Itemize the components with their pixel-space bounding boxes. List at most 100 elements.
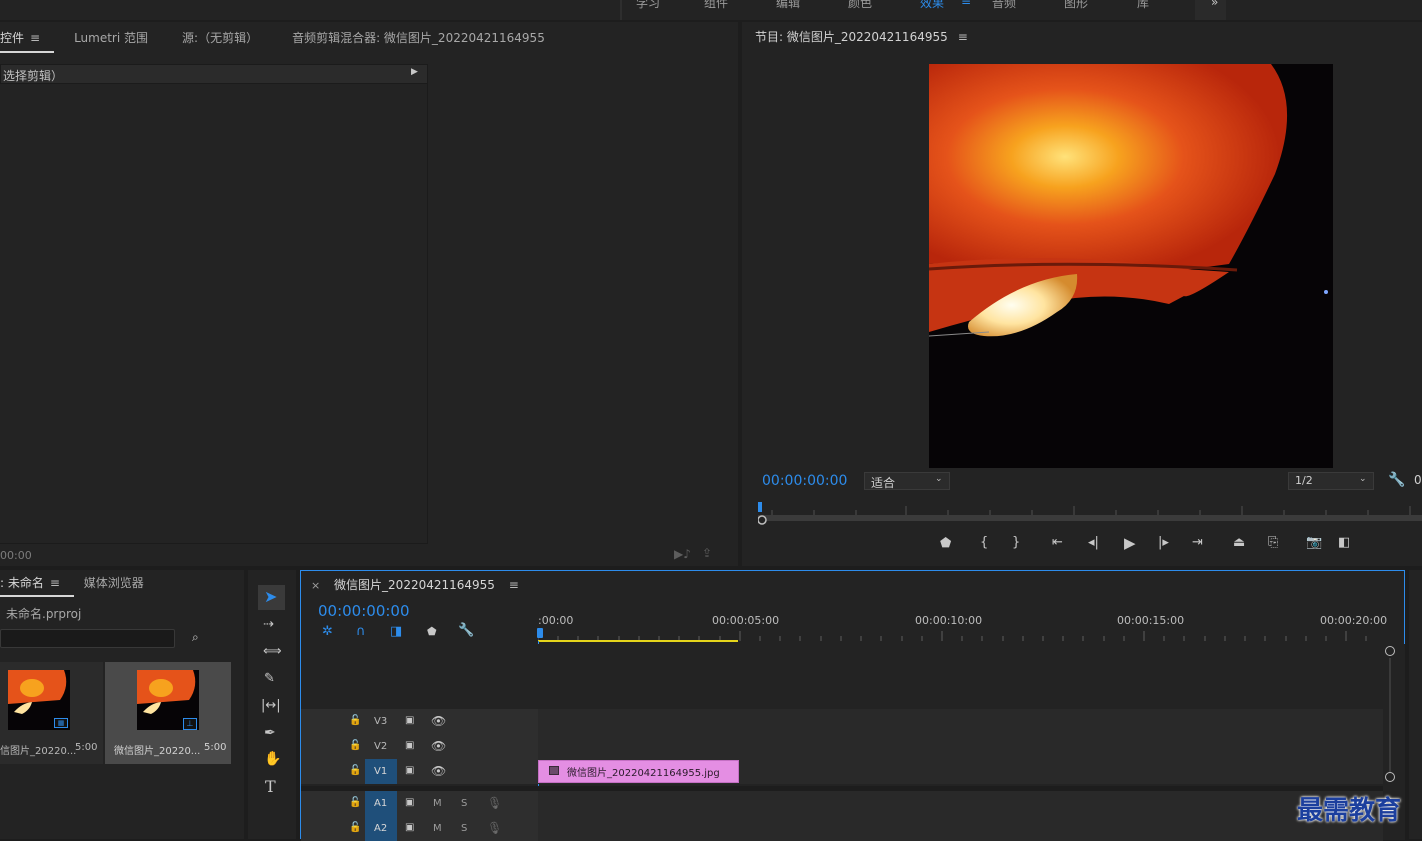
razor-tool-icon[interactable]: ✎ xyxy=(264,671,275,686)
workspace-tab-libraries[interactable]: 库 xyxy=(1137,0,1149,11)
hand-tool-icon[interactable]: ✋ xyxy=(264,751,281,767)
extract-icon[interactable]: ⎘ xyxy=(1268,535,1278,550)
mark-in-icon[interactable]: { xyxy=(980,535,988,550)
tab-audio-clip-mixer[interactable]: 音频剪辑混合器: 微信图片_20220421164955 xyxy=(292,29,545,46)
new-search-bin-icon[interactable]: ⌕ xyxy=(192,630,199,645)
sync-lock-icon[interactable]: ▣ xyxy=(405,740,414,751)
solo-button[interactable]: S xyxy=(461,798,467,809)
tab-source-monitor[interactable]: 源:（无剪辑） xyxy=(182,29,258,46)
mark-out-icon[interactable]: } xyxy=(1012,535,1020,550)
lock-icon[interactable]: 🔓 xyxy=(349,797,361,808)
selection-tool-icon[interactable]: ➤ xyxy=(264,587,277,606)
timeline-tab[interactable]: × 微信图片_20220421164955 ≡ xyxy=(311,576,519,593)
eye-icon[interactable]: 👁 xyxy=(431,714,446,728)
workspace-overflow-icon[interactable]: » xyxy=(1211,0,1218,9)
track-label: A1 xyxy=(374,798,388,809)
program-mini-timeline[interactable] xyxy=(758,502,1422,526)
snap-magnet-icon[interactable]: ∩ xyxy=(356,624,366,639)
play-icon[interactable]: ▶ xyxy=(1124,534,1136,552)
microphone-icon[interactable]: 🎙 xyxy=(487,821,502,835)
workspace-tab-graphics[interactable]: 图形 xyxy=(1064,0,1088,11)
type-tool-icon[interactable]: T xyxy=(265,777,276,796)
track-v2: 🔓 V2 ▣ 👁 xyxy=(301,734,1383,759)
track-select-tool-icon[interactable]: ⇢ xyxy=(263,617,274,632)
lock-icon[interactable]: 🔓 xyxy=(349,740,361,751)
filter-audio-icon[interactable]: ▶♪ xyxy=(674,547,691,561)
resolution-select[interactable]: 1/2 ⌄ xyxy=(1288,472,1374,490)
workspace-tab-audio[interactable]: 音频 xyxy=(992,0,1016,11)
sync-lock-icon[interactable]: ▣ xyxy=(405,822,414,833)
workspace-tab-learn[interactable]: 学习 xyxy=(636,0,660,11)
timeline-timecode[interactable]: 00:00:00:00 xyxy=(318,602,410,620)
comparison-view-icon[interactable]: ◧ xyxy=(1338,535,1350,550)
zoom-fit-select[interactable]: 适合 ⌄ xyxy=(864,472,950,490)
clip-name: 微信图片_20220421164955.jpg xyxy=(567,768,720,779)
eye-icon[interactable]: 👁 xyxy=(431,739,446,753)
go-to-in-icon[interactable]: ⇤ xyxy=(1052,535,1063,550)
ruler-label: 00:00:20:00 xyxy=(1320,614,1388,627)
project-panel: : 未命名 ≡ 媒体浏览器 未命名.prproj ⌕ ▦ 信图片_20220...… xyxy=(0,570,244,839)
program-monitor-title[interactable]: 节目: 微信图片_20220421164955 ≡ xyxy=(755,28,968,45)
sync-lock-icon[interactable]: ▣ xyxy=(405,715,414,726)
add-marker-icon[interactable]: ⬟ xyxy=(427,625,437,638)
tab-project[interactable]: : 未命名 ≡ xyxy=(0,576,60,590)
settings-wrench-icon[interactable]: 🔧 xyxy=(1388,472,1405,488)
nest-toggle-icon[interactable]: ✲ xyxy=(322,624,333,639)
project-item-name: 微信图片_20220... xyxy=(114,746,201,757)
project-item[interactable]: ▦ 信图片_20220... 5:00 xyxy=(0,662,103,764)
program-video-frame xyxy=(929,64,1333,468)
sync-lock-icon[interactable]: ▣ xyxy=(405,797,414,808)
tab-effect-controls[interactable]: 控件 ≡ xyxy=(0,29,55,53)
ruler-label: 00:00:10:00 xyxy=(915,614,983,627)
export-icon[interactable]: ⇪ xyxy=(702,546,712,560)
lock-icon[interactable]: 🔓 xyxy=(349,715,361,726)
time-ruler[interactable]: :00:00 00:00:05:00 00:00:10:00 00:00:15:… xyxy=(538,609,1387,643)
resolution-value: 1/2 xyxy=(1295,474,1313,487)
zoom-fit-value: 适合 xyxy=(871,476,896,490)
workspace-tab-assembly[interactable]: 组件 xyxy=(704,0,728,11)
track-v3: 🔓 V3 ▣ 👁 xyxy=(301,709,1383,734)
ripple-edit-tool-icon[interactable]: ⟺ xyxy=(263,644,282,659)
workspace-tab-editing[interactable]: 编辑 xyxy=(776,0,800,11)
expand-arrow-icon[interactable]: ▶ xyxy=(411,67,418,77)
video-clip[interactable]: 微信图片_20220421164955.jpg xyxy=(538,760,739,783)
lift-icon[interactable]: ⏏ xyxy=(1233,535,1245,550)
project-search-input[interactable] xyxy=(0,629,175,648)
linked-selection-icon[interactable]: ◨ xyxy=(390,624,402,639)
scroll-handle-top[interactable] xyxy=(1385,646,1395,656)
ruler-label: 00:00:15:00 xyxy=(1117,614,1185,627)
eye-icon[interactable]: 👁 xyxy=(431,764,446,778)
lock-icon[interactable]: 🔓 xyxy=(349,765,361,776)
close-icon[interactable]: × xyxy=(311,579,320,592)
program-timecode[interactable]: 00:00:00:00 xyxy=(762,473,847,489)
ruler-label: 00:00:05:00 xyxy=(712,614,780,627)
step-forward-icon[interactable]: |▸ xyxy=(1158,535,1169,550)
track-area: 🔓 V3 ▣ 👁 🔓 V2 ▣ 👁 🔓 V1 ▣ 👁 微信图片_20220421… xyxy=(301,709,1383,841)
workspace-menu-icon[interactable]: ≡ xyxy=(961,0,971,8)
playhead-handle[interactable] xyxy=(537,628,543,638)
no-clip-label: 选择剪辑） xyxy=(3,69,64,83)
slip-tool-icon[interactable]: |↔| xyxy=(261,698,281,713)
mute-button[interactable]: M xyxy=(433,823,442,834)
lock-icon[interactable]: 🔓 xyxy=(349,822,361,833)
project-tabs: : 未命名 ≡ 媒体浏览器 xyxy=(0,574,178,591)
microphone-icon[interactable]: 🎙 xyxy=(487,796,502,810)
tab-media-browser[interactable]: 媒体浏览器 xyxy=(84,576,144,590)
add-marker-icon[interactable]: ⬟ xyxy=(940,536,951,551)
tab-lumetri-scopes[interactable]: Lumetri 范围 xyxy=(74,29,148,46)
mute-button[interactable]: M xyxy=(433,798,442,809)
step-back-icon[interactable]: ◂| xyxy=(1088,535,1099,550)
scroll-handle-bottom[interactable] xyxy=(1385,772,1395,782)
export-frame-camera-icon[interactable]: 📷 xyxy=(1306,535,1322,550)
workspace-tab-effects[interactable]: 效果 xyxy=(920,0,944,11)
project-item-name: 信图片_20220... xyxy=(0,746,77,757)
project-item[interactable]: ⊥ 微信图片_20220... 5:00 xyxy=(105,662,231,764)
pen-tool-icon[interactable]: ✒ xyxy=(264,725,276,741)
timeline-settings-wrench-icon[interactable]: 🔧 xyxy=(458,623,474,638)
workspace-tab-color[interactable]: 颜色 xyxy=(848,0,872,11)
sync-lock-icon[interactable]: ▣ xyxy=(405,765,414,776)
program-end-value: 0 xyxy=(1414,473,1422,487)
project-item-duration: 5:00 xyxy=(75,742,98,753)
solo-button[interactable]: S xyxy=(461,823,467,834)
go-to-out-icon[interactable]: ⇥ xyxy=(1192,535,1203,550)
